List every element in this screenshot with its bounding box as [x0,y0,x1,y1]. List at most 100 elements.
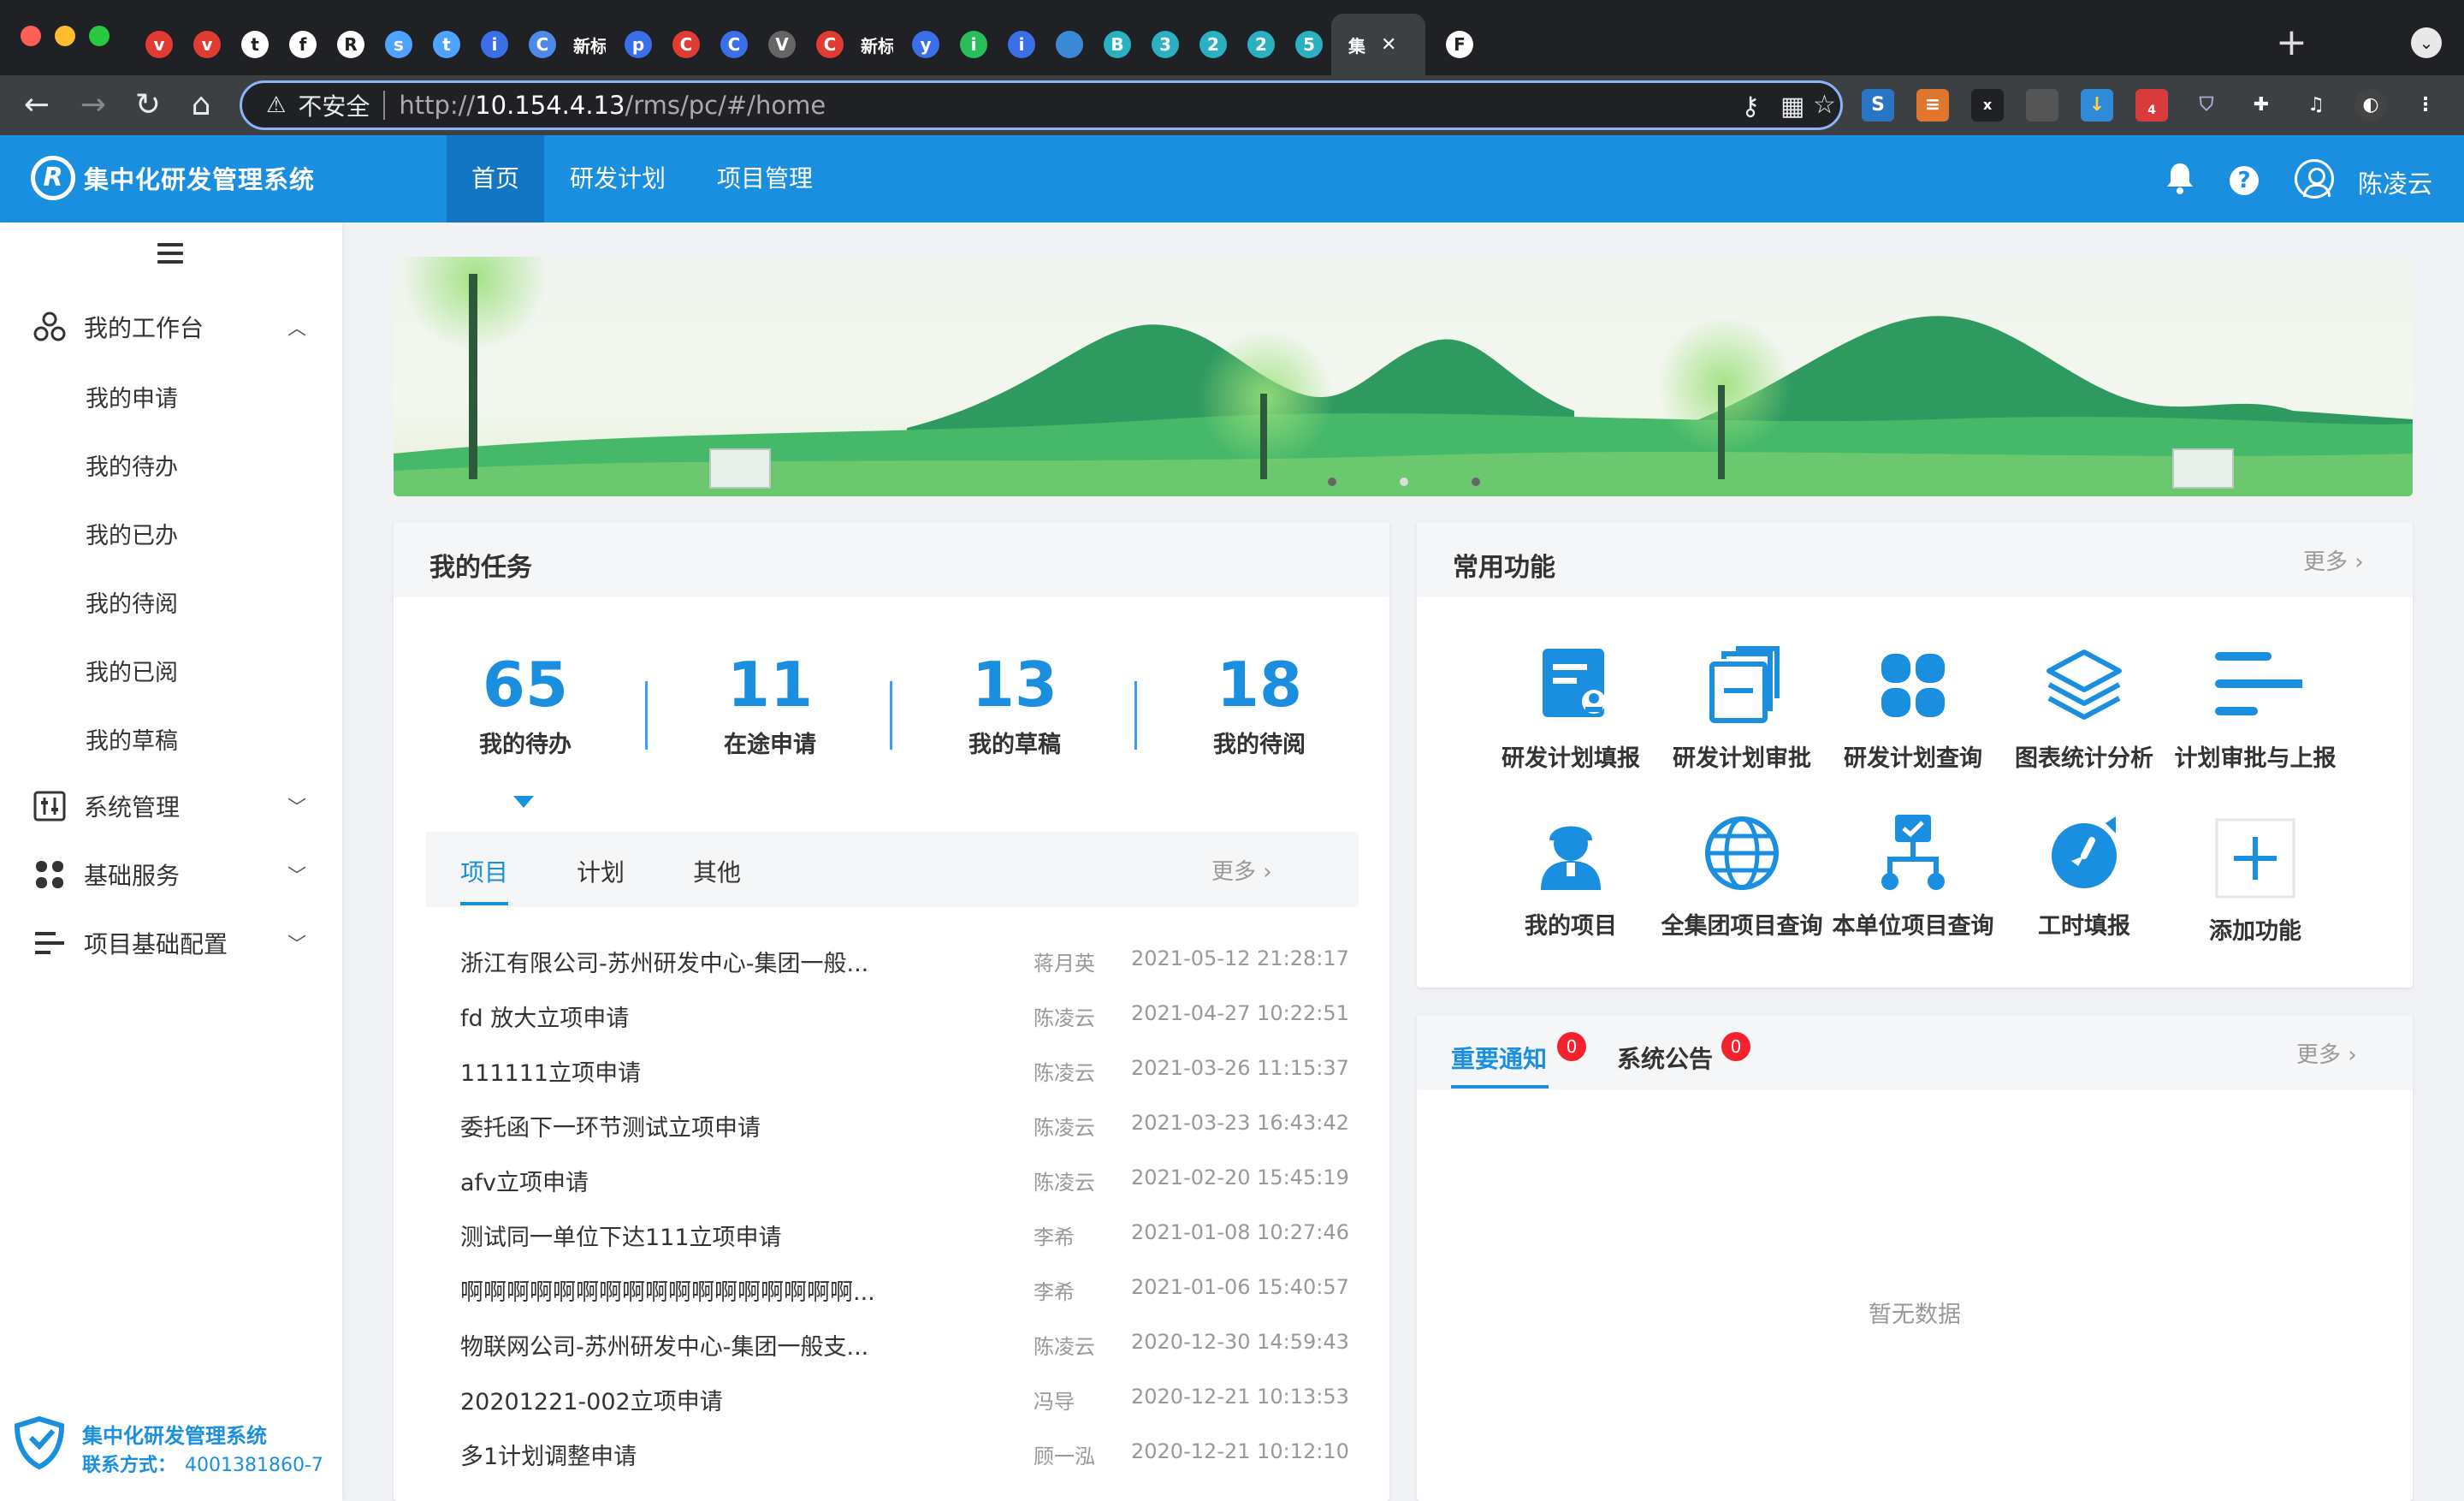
qr-code-icon[interactable]: ▦ [1780,92,1804,122]
func-plan-approve[interactable]: 研发计划审批 [1656,638,1827,773]
browser-tab[interactable]: y [900,14,941,75]
func-plan-fill[interactable]: 研发计划填报 [1485,638,1656,773]
browser-tab[interactable]: B [1092,14,1133,75]
tasks-more-link[interactable]: 更多 › [1211,854,1272,886]
browser-tab[interactable]: 2 [1188,14,1229,75]
extension-x-icon[interactable]: x [1971,89,2004,122]
extension-memo-icon[interactable]: ≡ [1916,89,1949,122]
task-row[interactable]: 多1计划调整申请 顾一泓 2020-12-21 10:12:10 [460,1438,1349,1492]
browser-tab[interactable]: v [181,14,222,75]
task-row[interactable]: 浙江有限公司-苏州研发中心-集团一般... 蒋月英 2021-05-12 21:28… [460,945,1349,1000]
tab-important-notices[interactable]: 重要通知 [1451,1041,1547,1075]
address-bar[interactable]: ⚠ 不安全 http://10.154.4.13/rms/pc/#/home ▦… [240,80,1843,130]
browser-tab[interactable]: 2 [1235,14,1276,75]
menu-toggle-icon[interactable] [157,243,183,269]
browser-tab[interactable]: 集 ✕ [1331,14,1425,75]
key-icon[interactable]: ⚷ [1741,92,1760,122]
browser-tab[interactable]: 3 [1140,14,1181,75]
functions-more-link[interactable]: 更多 › [2303,544,2364,576]
tab-plans[interactable]: 计划 [577,854,625,888]
browser-tab[interactable] [1044,14,1085,75]
sidebar-item-my-read[interactable]: 我的已阅 [86,654,178,687]
browser-tab[interactable]: i [996,14,1037,75]
browser-menu-icon[interactable]: ⋮ [2409,89,2442,122]
browser-tab[interactable]: C [708,14,749,75]
sidebar-group-workbench[interactable]: 我的工作台 ︿ [0,301,342,353]
task-row[interactable]: 20201221-002立项申请 冯导 2020-12-21 10:13:53 [460,1383,1349,1438]
extension-s-icon[interactable]: S [1862,89,1894,122]
func-my-projects[interactable]: 我的项目 [1485,806,1656,940]
nav-project-management[interactable]: 项目管理 [705,135,825,222]
extensions-puzzle-icon[interactable]: ✚ [2245,89,2277,122]
browser-tab[interactable]: C [517,14,558,75]
close-tab-icon[interactable]: ✕ [1381,34,1396,56]
task-row[interactable]: 测试同一单位下达111立项申请 李希 2021-01-08 10:27:46 [460,1219,1349,1273]
reload-button[interactable]: ↻ [125,82,171,128]
browser-tab[interactable]: i [469,14,510,75]
task-row[interactable]: 啊啊啊啊啊啊啊啊啊啊啊啊啊啊啊啊啊... 李希 2021-01-06 15:40:5… [460,1273,1349,1328]
task-row[interactable]: 物联网公司-苏州研发中心-集团一般支... 陈凌云 2020-12-30 14:59… [460,1328,1349,1383]
zoom-window-button[interactable] [89,26,110,46]
browser-tab[interactable]: v [133,14,175,75]
browser-tab[interactable]: C [660,14,702,75]
banner-carousel[interactable] [394,257,2413,496]
sidebar-group-system-management[interactable]: 系统管理 ﹀ [0,780,342,832]
extension-gray-icon[interactable] [2026,89,2058,122]
browser-tab[interactable]: 新标 [852,14,893,75]
sidebar-group-basic-services[interactable]: 基础服务 ﹀ [0,849,342,900]
task-row[interactable]: fd 放大立项申请 陈凌云 2021-04-27 10:22:51 [460,1000,1349,1054]
browser-tab[interactable]: p [613,14,654,75]
tab-search-button[interactable]: ⌄ [2411,27,2442,58]
stat-my-drafts[interactable]: 13 我的草稿 [929,650,1100,759]
carousel-dot-1[interactable] [1328,478,1336,486]
sidebar-item-my-applications[interactable]: 我的申请 [86,380,178,413]
sidebar-item-my-to-read[interactable]: 我的待阅 [86,585,178,619]
carousel-dot-3[interactable] [1472,478,1480,486]
extension-red-icon[interactable]: 4 [2135,89,2168,122]
extension-shield-icon[interactable]: ⛉ [2190,89,2223,122]
current-user-name[interactable]: 陈凌云 [2358,164,2432,200]
tab-other[interactable]: 其他 [693,854,741,888]
browser-tab[interactable]: V [756,14,797,75]
sidebar-item-my-todo[interactable]: 我的待办 [86,448,178,482]
func-plan-query[interactable]: 研发计划查询 [1827,638,1999,773]
func-add-function[interactable]: 添加功能 [2170,811,2341,946]
sidebar-group-project-config[interactable]: 项目基础配置 ﹀ [0,917,342,969]
browser-tab[interactable]: C [804,14,845,75]
extension-download-icon[interactable]: ↓ [2081,89,2113,122]
forward-button[interactable]: → [70,82,116,128]
tab-system-announcements[interactable]: 系统公告 [1617,1041,1713,1075]
browser-tab[interactable]: 新标 [565,14,606,75]
func-group-project-query[interactable]: 全集团项目查询 [1656,806,1827,940]
browser-tab[interactable]: f [277,14,318,75]
sidebar-item-my-drafts[interactable]: 我的草稿 [86,722,178,756]
stat-in-progress-applications[interactable]: 11 在途申请 [684,650,856,759]
bell-icon[interactable] [2165,161,2195,195]
browser-tab[interactable]: t [229,14,270,75]
tab-projects[interactable]: 项目 [460,854,508,888]
nav-home[interactable]: 首页 [447,135,544,222]
profile-avatar-icon[interactable]: ◐ [2354,89,2387,122]
func-chart-analysis[interactable]: 图表统计分析 [1999,638,2170,773]
minimize-window-button[interactable] [55,26,75,46]
stat-my-todo[interactable]: 65 我的待办 [440,650,611,759]
carousel-dot-2[interactable] [1400,478,1408,486]
app-logo[interactable]: R 集中化研发管理系统 [31,156,315,200]
nav-rd-plan[interactable]: 研发计划 [558,135,678,222]
help-icon[interactable]: ? [2230,166,2259,195]
browser-tab[interactable]: s [373,14,414,75]
back-button[interactable]: ← [14,82,60,128]
task-row[interactable]: afv立项申请 陈凌云 2021-02-20 15:45:19 [460,1164,1349,1219]
func-timesheet[interactable]: 工时填报 [1999,806,2170,940]
func-plan-approval-report[interactable]: 计划审批与上报 [2170,638,2341,773]
bookmark-star-icon[interactable]: ☆ [1813,90,1836,120]
stat-my-to-read[interactable]: 18 我的待阅 [1174,650,1345,759]
browser-tab[interactable]: R [325,14,366,75]
sidebar-item-my-done[interactable]: 我的已办 [86,517,178,550]
notices-more-link[interactable]: 更多 › [2296,1037,2357,1069]
task-row[interactable]: 委托函下一环节测试立项申请 陈凌云 2021-03-23 16:43:42 [460,1109,1349,1164]
browser-tab[interactable]: F [1434,14,1475,75]
user-avatar-icon[interactable] [2295,159,2334,199]
new-tab-button[interactable]: + [2276,24,2307,62]
func-unit-project-query[interactable]: 本单位项目查询 [1827,806,1999,940]
